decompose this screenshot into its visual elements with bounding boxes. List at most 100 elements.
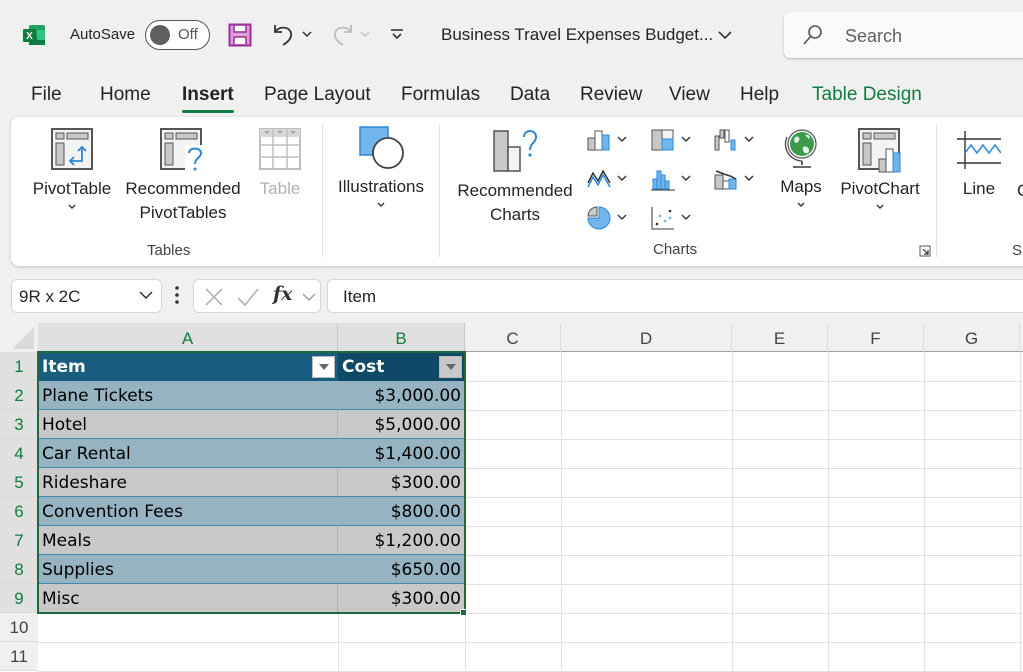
table-button[interactable]: Table (255, 127, 305, 201)
tab-formulas[interactable]: Formulas (401, 84, 480, 106)
save-button[interactable] (227, 22, 253, 48)
hierarchy-chart-button[interactable] (651, 125, 697, 155)
cost-cell[interactable]: $1,200.00 (338, 526, 465, 555)
search-input[interactable]: Search (784, 12, 1023, 58)
chevron-down-icon[interactable] (302, 292, 316, 302)
pivot-table-button[interactable]: PivotTable (31, 127, 113, 213)
tab-view[interactable]: View (669, 84, 710, 106)
item-cell[interactable]: Plane Tickets (38, 381, 338, 410)
item-cell[interactable]: Convention Fees (38, 497, 338, 526)
item-cell[interactable]: Car Rental (38, 439, 338, 468)
row-header[interactable]: 9 (0, 584, 38, 613)
undo-button[interactable] (270, 20, 298, 48)
column-chart-button[interactable] (587, 125, 633, 155)
scatter-chart-button[interactable] (651, 203, 697, 233)
row-header[interactable]: 2 (0, 381, 38, 410)
column-header-e[interactable]: E (732, 323, 828, 352)
illustrations-label: Illustrations (338, 177, 424, 196)
name-box[interactable]: 9R x 2C (11, 279, 162, 313)
dialog-launcher-icon[interactable] (919, 245, 931, 257)
tab-table-design[interactable]: Table Design (812, 84, 922, 106)
row-header[interactable]: 5 (0, 468, 38, 497)
row-header[interactable]: 8 (0, 555, 38, 584)
row-header[interactable]: 11 (0, 642, 38, 671)
enter-check-icon[interactable] (236, 287, 260, 307)
toggle-knob (150, 25, 170, 45)
chevron-down-icon (681, 214, 691, 220)
illustrations-button[interactable]: Illustrations (331, 125, 431, 211)
item-cell[interactable]: Rideshare (38, 468, 338, 497)
column-header-b[interactable]: B (338, 323, 465, 352)
tab-home[interactable]: Home (100, 84, 151, 106)
combo-chart-button[interactable] (714, 164, 760, 194)
group-separator (439, 125, 440, 257)
cost-cell[interactable]: $3,000.00 (338, 381, 465, 410)
item-cell[interactable]: Misc (38, 584, 338, 613)
column-header-a[interactable]: A (38, 323, 338, 352)
save-icon (228, 23, 252, 47)
recommended-charts-button[interactable]: Recommended Charts (451, 125, 579, 227)
fill-handle[interactable] (460, 609, 467, 616)
tab-file[interactable]: File (31, 84, 62, 106)
chevron-down-icon (876, 204, 884, 209)
row-header[interactable]: 1 (0, 352, 38, 381)
sparklines-group-label: Sp (1012, 242, 1023, 259)
sparkline-column-label[interactable]: C (1017, 179, 1023, 203)
cancel-icon[interactable] (204, 287, 224, 307)
table-header-item[interactable]: Item (38, 352, 338, 381)
row-header[interactable]: 4 (0, 439, 38, 468)
sparkline-line-button[interactable]: Line (953, 129, 1005, 201)
chevron-down-icon (617, 136, 627, 142)
tables-group-label: Tables (147, 242, 191, 259)
cost-cell[interactable]: $5,000.00 (338, 410, 465, 439)
pivot-chart-button[interactable]: PivotChart (837, 127, 923, 213)
item-cell[interactable]: Supplies (38, 555, 338, 584)
row-header[interactable]: 7 (0, 526, 38, 555)
waterfall-chart-button[interactable] (714, 125, 760, 155)
cost-cell[interactable]: $300.00 (338, 584, 465, 613)
item-cell[interactable]: Hotel (38, 410, 338, 439)
cost-cell[interactable]: $300.00 (338, 468, 465, 497)
item-cell[interactable]: Meals (38, 526, 338, 555)
pie-chart-button[interactable] (587, 203, 633, 233)
select-all-button[interactable] (0, 323, 38, 352)
filter-dropdown-item[interactable] (312, 356, 335, 378)
tab-data[interactable]: Data (510, 84, 550, 106)
excel-logo-icon: X (23, 25, 45, 45)
tab-help[interactable]: Help (740, 84, 779, 106)
scatter-chart-icon (651, 207, 674, 230)
recommended-pivottables-button[interactable]: Recommended PivotTables (121, 127, 245, 225)
worksheet-grid[interactable]: A B C D E F G 1 2 3 4 5 6 7 8 9 10 11 It… (0, 323, 1023, 672)
column-header-f[interactable]: F (828, 323, 924, 352)
search-icon (803, 25, 822, 45)
insert-function-icon[interactable]: fx (273, 283, 293, 305)
redo-button[interactable] (328, 20, 356, 48)
cost-cell[interactable]: $650.00 (338, 555, 465, 584)
column-header-c[interactable]: C (465, 323, 561, 352)
statistic-chart-button[interactable] (651, 164, 697, 194)
column-header-d[interactable]: D (561, 323, 732, 352)
more-options-icon[interactable] (174, 285, 180, 305)
maps-button[interactable]: Maps (773, 127, 829, 211)
row-header[interactable]: 3 (0, 410, 38, 439)
row-header[interactable]: 10 (0, 613, 38, 642)
header-item-text: Item (42, 357, 86, 377)
tab-page-layout[interactable]: Page Layout (264, 84, 371, 106)
undo-dropdown-icon[interactable] (302, 31, 312, 39)
chevron-down-icon[interactable] (139, 290, 153, 300)
column-header-g[interactable]: G (924, 323, 1020, 352)
customize-quick-access-icon[interactable] (390, 28, 404, 42)
document-title[interactable]: Business Travel Expenses Budget... (441, 25, 713, 45)
tab-review[interactable]: Review (580, 84, 642, 106)
cost-cell[interactable]: $800.00 (338, 497, 465, 526)
undo-icon (274, 25, 293, 46)
tab-insert[interactable]: Insert (182, 84, 234, 113)
row-header[interactable]: 6 (0, 497, 38, 526)
formula-input[interactable]: Item (327, 279, 1023, 313)
line-chart-button[interactable] (587, 164, 633, 194)
redo-dropdown-icon[interactable] (360, 31, 370, 39)
cost-cell[interactable]: $1,400.00 (338, 439, 465, 468)
filter-dropdown-cost[interactable] (439, 356, 462, 378)
autosave-toggle[interactable]: Off (145, 20, 210, 50)
chevron-down-icon[interactable] (717, 27, 733, 43)
